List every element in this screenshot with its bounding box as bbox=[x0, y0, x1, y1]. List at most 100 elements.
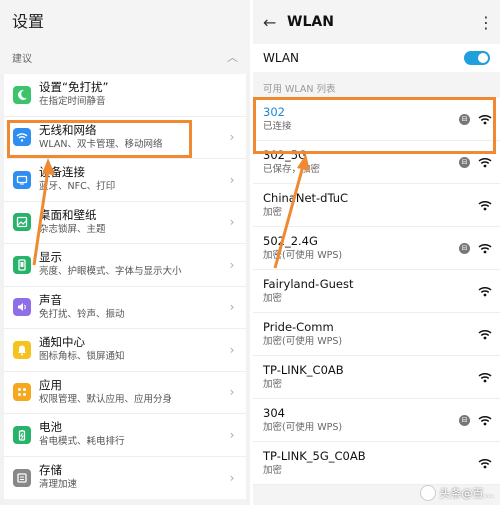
settings-item-wallpaper[interactable]: 桌面和壁纸 杂志锁屏、主题 › bbox=[4, 202, 246, 244]
bell-icon bbox=[13, 340, 31, 359]
wifi-icon bbox=[13, 128, 31, 147]
wps-lock-icon: ⊟ bbox=[459, 156, 470, 168]
wps-lock-icon: ⊟ bbox=[459, 414, 470, 426]
more-menu-icon[interactable]: ⋮ bbox=[478, 13, 494, 32]
apps-icon bbox=[13, 383, 31, 402]
sound-icon bbox=[13, 298, 31, 317]
wifi-signal-icon bbox=[478, 372, 492, 383]
network-item[interactable]: 304 加密(可使用 WPS) ⊟ bbox=[253, 399, 500, 442]
wlan-screen: ← WLAN ⋮ WLAN 可用 WLAN 列表 302 已连接 ⊟ 302_5G 已保… bbox=[253, 0, 500, 505]
settings-item-title: 设备连接 bbox=[39, 165, 85, 180]
settings-item-title: 设置“免打扰” bbox=[39, 80, 109, 95]
chevron-right-icon: › bbox=[229, 300, 235, 315]
settings-item-moon[interactable]: 设置“免打扰” 在指定时间静音 bbox=[4, 74, 246, 117]
network-status: 加密 bbox=[263, 207, 283, 218]
network-item[interactable]: Fairyland-Guest 加密 bbox=[253, 270, 500, 313]
settings-list: 设置“免打扰” 在指定时间静音 无线和网络 WLAN、双卡管理、移动网络 › 设备连接 蓝牙… bbox=[4, 74, 246, 499]
wifi-signal-icon bbox=[478, 157, 492, 168]
settings-item-sound[interactable]: 声音 免打扰、铃声、振动 › bbox=[4, 287, 246, 329]
battery-icon bbox=[13, 425, 31, 444]
network-status: 加密(可使用 WPS) bbox=[263, 336, 343, 347]
chevron-right-icon: › bbox=[229, 470, 235, 485]
settings-item-subtitle: 在指定时间静音 bbox=[39, 96, 106, 108]
network-status: 已保存，加密 bbox=[263, 164, 321, 175]
network-status: 加密 bbox=[263, 379, 283, 390]
network-name: ChinaNet-dTuC bbox=[263, 191, 349, 205]
network-name: 304 bbox=[263, 406, 285, 420]
wifi-signal-icon bbox=[478, 415, 492, 426]
wifi-signal-icon bbox=[478, 329, 492, 340]
moon-icon bbox=[13, 85, 31, 104]
settings-item-device[interactable]: 设备连接 蓝牙、NFC、打印 › bbox=[4, 159, 246, 202]
network-name: TP-LINK_C0AB bbox=[263, 363, 344, 377]
network-item[interactable]: Pride-Comm 加密(可使用 WPS) bbox=[253, 313, 500, 356]
network-status: 加密 bbox=[263, 293, 283, 304]
wifi-signal-icon bbox=[478, 458, 492, 469]
settings-item-display[interactable]: 显示 亮度、护眼模式、字体与显示大小 › bbox=[4, 244, 246, 287]
settings-item-battery[interactable]: 电池 省电模式、耗电排行 › bbox=[4, 414, 246, 457]
settings-item-subtitle: 权限管理、默认应用、应用分身 bbox=[39, 393, 173, 405]
wlan-toggle-row[interactable]: WLAN bbox=[253, 44, 500, 72]
settings-item-title: 通知中心 bbox=[39, 335, 85, 350]
network-item[interactable]: TP-LINK_C0AB 加密 bbox=[253, 356, 500, 399]
wifi-signal-icon bbox=[478, 286, 492, 297]
section-label: 建议 bbox=[12, 53, 32, 65]
watermark-logo bbox=[419, 485, 436, 501]
settings-item-apps[interactable]: 应用 权限管理、默认应用、应用分身 › bbox=[4, 372, 246, 414]
settings-screen: 设置 建议 ︿ 设置“免打扰” 在指定时间静音 无线和网络 WLAN、双卡管理、移动网… bbox=[0, 0, 250, 505]
network-name: TP-LINK_5G_C0AB bbox=[263, 449, 366, 463]
settings-item-subtitle: WLAN、双卡管理、移动网络 bbox=[39, 138, 163, 150]
watermark-text: 头条@百... bbox=[439, 487, 495, 500]
settings-item-title: 应用 bbox=[39, 377, 62, 392]
settings-item-subtitle: 省电模式、耗电排行 bbox=[39, 436, 125, 448]
suggestion-section-header[interactable]: 建议 ︿ bbox=[0, 40, 250, 74]
wifi-signal-icon bbox=[478, 200, 492, 211]
network-item[interactable]: TP-LINK_5G_C0AB 加密 bbox=[253, 442, 500, 485]
settings-item-title: 无线和网络 bbox=[39, 122, 97, 137]
wlan-header: ← WLAN ⋮ bbox=[253, 0, 500, 44]
wps-lock-icon: ⊟ bbox=[459, 242, 470, 254]
wlan-toggle-label: WLAN bbox=[263, 51, 300, 65]
display-icon bbox=[13, 255, 31, 274]
network-status: 加密(可使用 WPS) bbox=[263, 422, 343, 433]
chevron-right-icon: › bbox=[229, 130, 235, 145]
chevron-up-icon[interactable]: ︿ bbox=[227, 49, 238, 65]
wps-lock-icon: ⊟ bbox=[459, 113, 470, 125]
network-status: 已连接 bbox=[263, 121, 292, 132]
network-name: 302 bbox=[263, 105, 285, 119]
settings-item-subtitle: 蓝牙、NFC、打印 bbox=[39, 181, 116, 193]
wifi-signal-icon bbox=[478, 243, 492, 254]
chevron-right-icon: › bbox=[229, 215, 235, 230]
network-name: 502_2.4G bbox=[263, 234, 318, 248]
wallpaper-icon bbox=[13, 213, 31, 232]
network-item[interactable]: 502_2.4G 加密(可使用 WPS) ⊟ bbox=[253, 227, 500, 270]
settings-item-title: 存储 bbox=[39, 463, 62, 478]
wlan-toggle-switch[interactable] bbox=[464, 51, 490, 65]
settings-header: 设置 bbox=[0, 0, 250, 40]
chevron-right-icon: › bbox=[229, 172, 235, 187]
page-title: WLAN bbox=[287, 14, 334, 30]
settings-item-title: 声音 bbox=[39, 292, 62, 307]
network-item[interactable]: 302_5G 已保存，加密 ⊟ bbox=[253, 141, 500, 184]
settings-item-wifi[interactable]: 无线和网络 WLAN、双卡管理、移动网络 › bbox=[4, 117, 246, 159]
network-name: 302_5G bbox=[263, 148, 307, 162]
settings-item-subtitle: 亮度、护眼模式、字体与显示大小 bbox=[39, 266, 182, 278]
network-item[interactable]: 302 已连接 ⊟ bbox=[253, 98, 500, 141]
network-status: 加密(可使用 WPS) bbox=[263, 250, 343, 261]
settings-item-bell[interactable]: 通知中心 图标角标、锁屏通知 › bbox=[4, 329, 246, 372]
back-arrow-icon[interactable]: ← bbox=[263, 13, 287, 32]
settings-item-title: 显示 bbox=[39, 250, 62, 265]
wifi-signal-icon bbox=[478, 114, 492, 125]
settings-item-storage[interactable]: 存储 清理加速 › bbox=[4, 457, 246, 500]
network-name: Fairyland-Guest bbox=[263, 277, 354, 291]
available-networks-label: 可用 WLAN 列表 bbox=[263, 84, 336, 95]
settings-item-subtitle: 清理加速 bbox=[39, 479, 78, 491]
network-item[interactable]: ChinaNet-dTuC 加密 bbox=[253, 184, 500, 227]
network-list: 302 已连接 ⊟ 302_5G 已保存，加密 ⊟ ChinaNet-dTuC 加密 502_2… bbox=[253, 98, 500, 485]
chevron-right-icon: › bbox=[229, 385, 235, 400]
settings-item-title: 桌面和壁纸 bbox=[39, 207, 97, 222]
network-status: 加密 bbox=[263, 465, 283, 476]
storage-icon bbox=[13, 468, 31, 487]
chevron-right-icon: › bbox=[229, 257, 235, 272]
device-icon bbox=[13, 170, 31, 189]
